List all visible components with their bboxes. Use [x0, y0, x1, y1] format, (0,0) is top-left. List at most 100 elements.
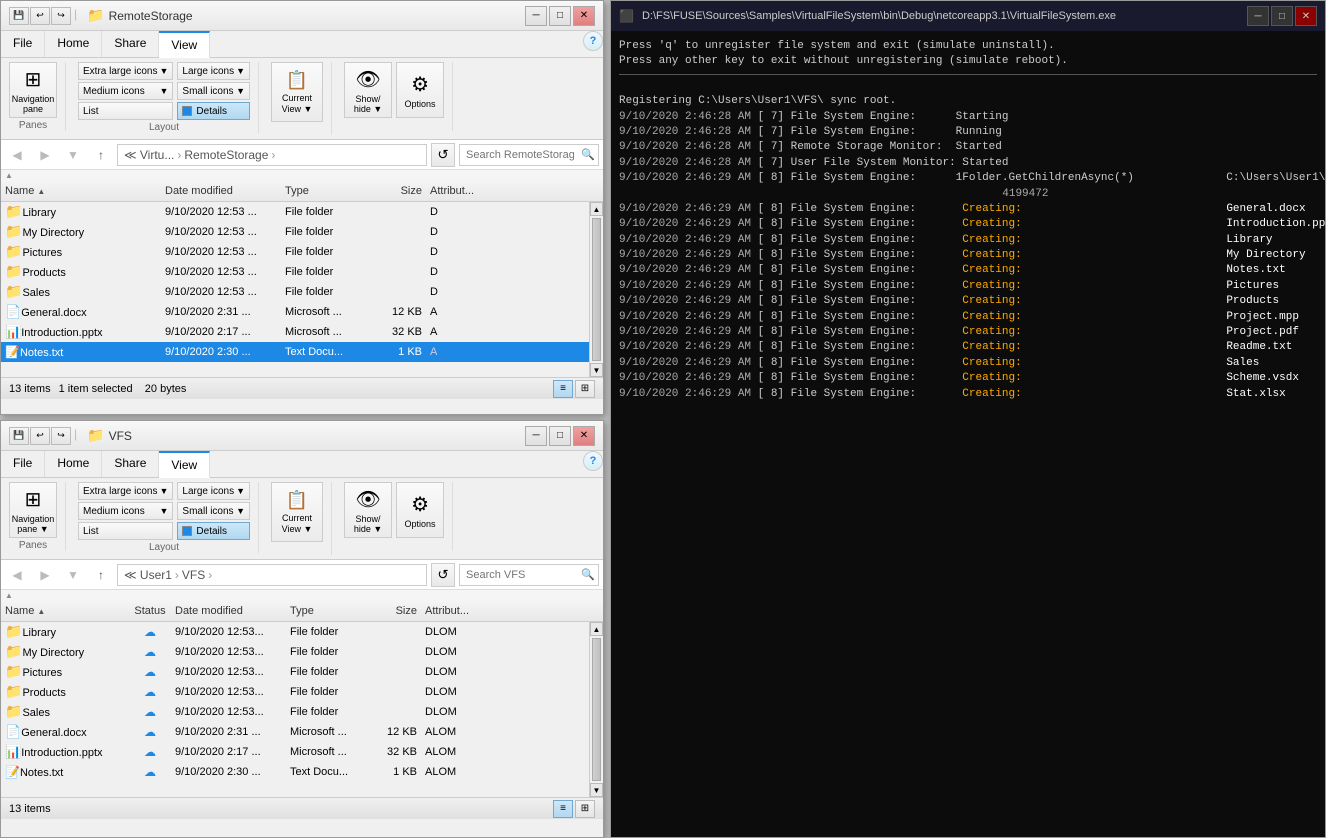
- options-button[interactable]: ⚙ Options: [396, 62, 444, 118]
- back-button[interactable]: ◀: [5, 143, 29, 167]
- recent-button[interactable]: ▼: [61, 143, 85, 167]
- vfs-icons-view-btn[interactable]: ⊞: [575, 800, 595, 818]
- vfs-forward-button[interactable]: ▶: [33, 563, 57, 587]
- show-hide-button[interactable]: 👁 Show/hide ▼: [344, 62, 392, 118]
- vfs-col-header-status[interactable]: Status: [125, 605, 175, 617]
- table-row[interactable]: 📊Introduction.pptx ☁ 9/10/2020 2:17 ... …: [1, 742, 589, 762]
- vfs-tab-home[interactable]: Home: [45, 451, 102, 477]
- vfs-redo-btn[interactable]: ↪: [51, 427, 71, 445]
- table-row[interactable]: 📁My Directory 9/10/2020 12:53 ... File f…: [1, 222, 589, 242]
- medium-icons-btn[interactable]: Medium icons ▼: [78, 82, 173, 100]
- vfs-close-button[interactable]: ✕: [573, 426, 595, 446]
- vfs-undo-btn[interactable]: ↩: [30, 427, 50, 445]
- table-row[interactable]: 📄General.docx ☁ 9/10/2020 2:31 ... Micro…: [1, 722, 589, 742]
- vfs-minimize-button[interactable]: ─: [525, 426, 547, 446]
- vfs-col-header-size[interactable]: Size: [375, 605, 425, 617]
- table-row[interactable]: 📝Notes.txt 9/10/2020 2:30 ... Text Docu.…: [1, 342, 589, 362]
- terminal-minimize[interactable]: ─: [1247, 6, 1269, 26]
- tab-view[interactable]: View: [159, 31, 210, 58]
- vfs-large-btn[interactable]: Large icons ▼: [177, 482, 250, 500]
- close-button[interactable]: ✕: [573, 6, 595, 26]
- minimize-button[interactable]: ─: [525, 6, 547, 26]
- tab-home[interactable]: Home: [45, 31, 102, 57]
- vfs-options-button[interactable]: ⚙ Options: [396, 482, 444, 538]
- vfs-maximize-button[interactable]: □: [549, 426, 571, 446]
- table-row[interactable]: 📁Library ☁ 9/10/2020 12:53... File folde…: [1, 622, 589, 642]
- vfs-recent-button[interactable]: ▼: [61, 563, 85, 587]
- maximize-button[interactable]: □: [549, 6, 571, 26]
- icons-view-btn[interactable]: ⊞: [575, 380, 595, 398]
- vfs-back-button[interactable]: ◀: [5, 563, 29, 587]
- remote-scrollbar[interactable]: ▲ ▼: [589, 202, 603, 377]
- large-icons-btn[interactable]: Large icons ▼: [177, 62, 250, 80]
- list-btn[interactable]: List: [78, 102, 173, 120]
- tab-share[interactable]: Share: [102, 31, 159, 57]
- table-row[interactable]: 📁Sales 9/10/2020 12:53 ... File folder D: [1, 282, 589, 302]
- tab-file[interactable]: File: [1, 31, 45, 57]
- undo-qs-btn[interactable]: ↩: [30, 7, 50, 25]
- vfs-scroll-up[interactable]: ▲: [590, 622, 603, 636]
- scroll-down[interactable]: ▼: [590, 363, 603, 377]
- table-row[interactable]: 📁Sales ☁ 9/10/2020 12:53... File folder …: [1, 702, 589, 722]
- address-path[interactable]: ≪ Virtu...›RemoteStorage›: [117, 144, 427, 166]
- vfs-tab-file[interactable]: File: [1, 451, 45, 477]
- vfs-extra-large-btn[interactable]: Extra large icons ▼: [78, 482, 173, 500]
- vfs-col-header-name[interactable]: Name ▲: [5, 605, 125, 617]
- terminal-line: 9/10/2020 2:46:29 AM [ 8] File System En…: [619, 263, 1317, 278]
- vfs-list-btn[interactable]: List: [78, 522, 173, 540]
- vfs-address-path[interactable]: ≪ User1›VFS›: [117, 564, 427, 586]
- vfs-col-header-type[interactable]: Type: [290, 605, 375, 617]
- up-button[interactable]: ↑: [89, 143, 113, 167]
- navigation-pane-button[interactable]: ⊞ Navigation pane: [9, 62, 57, 118]
- remote-items-count: 13 items: [9, 383, 51, 395]
- vfs-col-header-date[interactable]: Date modified: [175, 605, 290, 617]
- vfs-scroll-down[interactable]: ▼: [590, 783, 603, 797]
- vfs-current-view-button[interactable]: 📋 CurrentView ▼: [271, 482, 323, 542]
- details-view-btn[interactable]: ≡: [553, 380, 573, 398]
- table-row[interactable]: 📊Introduction.pptx 9/10/2020 2:17 ... Mi…: [1, 322, 589, 342]
- terminal-close[interactable]: ✕: [1295, 6, 1317, 26]
- save-qs-btn[interactable]: 💾: [9, 7, 29, 25]
- refresh-button[interactable]: ↺: [431, 143, 455, 167]
- vfs-search-input[interactable]: [459, 564, 599, 586]
- vfs-details-view-btn[interactable]: ≡: [553, 800, 573, 818]
- vfs-show-hide-button[interactable]: 👁 Show/hide ▼: [344, 482, 392, 538]
- table-row[interactable]: 📄General.docx 9/10/2020 2:31 ... Microso…: [1, 302, 589, 322]
- vfs-scrollbar[interactable]: ▲ ▼: [589, 622, 603, 797]
- table-row[interactable]: 📁Products 9/10/2020 12:53 ... File folde…: [1, 262, 589, 282]
- table-row[interactable]: 📁Pictures ☁ 9/10/2020 12:53... File fold…: [1, 662, 589, 682]
- col-header-date[interactable]: Date modified: [165, 185, 285, 197]
- vfs-tab-view[interactable]: View: [159, 451, 210, 478]
- vfs-small-btn[interactable]: Small icons ▼: [177, 502, 250, 520]
- table-row[interactable]: 📝Notes.txt ☁ 9/10/2020 2:30 ... Text Doc…: [1, 762, 589, 782]
- table-row[interactable]: 📁My Directory ☁ 9/10/2020 12:53... File …: [1, 642, 589, 662]
- vfs-help-button[interactable]: ?: [583, 451, 603, 471]
- help-button[interactable]: ?: [583, 31, 603, 51]
- vfs-up-button[interactable]: ↑: [89, 563, 113, 587]
- vfs-scroll-thumb[interactable]: [592, 638, 601, 781]
- col-header-attr[interactable]: Attribut...: [430, 185, 500, 197]
- redo-qs-btn[interactable]: ↪: [51, 7, 71, 25]
- vfs-medium-btn[interactable]: Medium icons ▼: [78, 502, 173, 520]
- vfs-navigation-pane-button[interactable]: ⊞ Navigationpane ▼: [9, 482, 57, 538]
- current-view-button[interactable]: 📋 CurrentView ▼: [271, 62, 323, 122]
- vfs-details-btn[interactable]: Details: [177, 522, 250, 540]
- scroll-up[interactable]: ▲: [590, 202, 603, 216]
- vfs-refresh-button[interactable]: ↺: [431, 563, 455, 587]
- details-btn[interactable]: Details: [177, 102, 250, 120]
- extra-large-icons-btn[interactable]: Extra large icons ▼: [78, 62, 173, 80]
- vfs-col-header-attr[interactable]: Attribut...: [425, 605, 480, 617]
- col-header-size[interactable]: Size: [375, 185, 430, 197]
- col-header-name[interactable]: Name ▲: [5, 185, 165, 197]
- small-icons-btn[interactable]: Small icons ▼: [177, 82, 250, 100]
- table-row[interactable]: 📁Pictures 9/10/2020 12:53 ... File folde…: [1, 242, 589, 262]
- col-header-type[interactable]: Type: [285, 185, 375, 197]
- table-row[interactable]: 📁Products ☁ 9/10/2020 12:53... File fold…: [1, 682, 589, 702]
- forward-button[interactable]: ▶: [33, 143, 57, 167]
- remote-search-input[interactable]: [459, 144, 599, 166]
- vfs-save-btn[interactable]: 💾: [9, 427, 29, 445]
- table-row[interactable]: 📁Library 9/10/2020 12:53 ... File folder…: [1, 202, 589, 222]
- scroll-thumb[interactable]: [592, 218, 601, 361]
- terminal-maximize[interactable]: □: [1271, 6, 1293, 26]
- vfs-tab-share[interactable]: Share: [102, 451, 159, 477]
